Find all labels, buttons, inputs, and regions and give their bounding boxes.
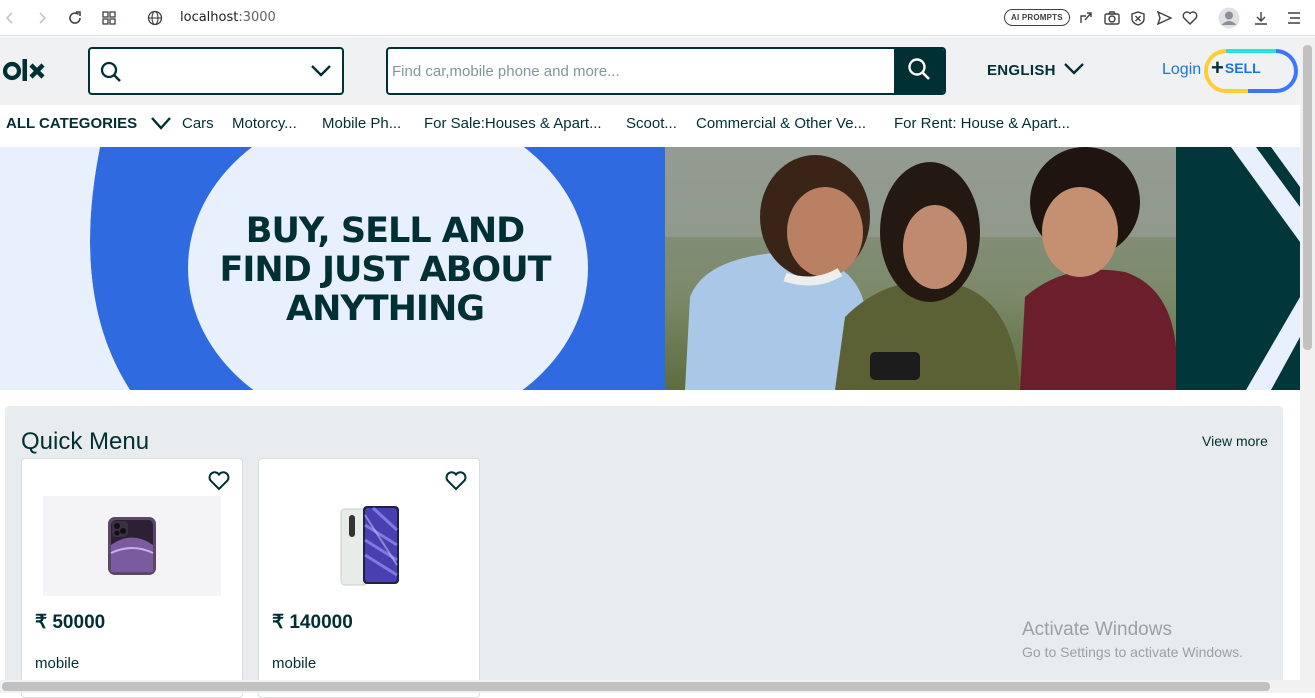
search-icon <box>907 57 931 86</box>
reload-icon[interactable] <box>65 8 85 28</box>
site-info-icon[interactable] <box>145 8 165 28</box>
hero-line-3: ANYTHING <box>286 289 485 329</box>
location-search-icon <box>100 61 122 88</box>
vertical-scrollbar[interactable] <box>1300 37 1315 693</box>
ai-prompts-button[interactable]: AI PROMPTS <box>1004 9 1070 26</box>
horizontal-scroll-thumb[interactable] <box>2 682 1270 691</box>
hero-line-2: FIND JUST ABOUT <box>219 250 552 290</box>
sell-label: SELL <box>1224 60 1261 76</box>
download-icon[interactable] <box>1251 8 1271 28</box>
windows-activation-watermark: Activate Windows Go to Settings to activ… <box>1022 619 1243 660</box>
category-houses-rent[interactable]: For Rent: House & Apart... <box>894 115 1070 132</box>
hero-banner[interactable]: BUY, SELL AND FIND JUST ABOUT ANYTHING <box>0 147 1300 390</box>
profile-icon[interactable] <box>1218 7 1240 29</box>
chevron-down-icon[interactable] <box>310 64 332 83</box>
apps-icon[interactable] <box>99 8 119 28</box>
hero-people-photo <box>665 147 1176 390</box>
shield-icon[interactable] <box>1128 8 1148 28</box>
product-title: mobile <box>35 655 80 672</box>
category-commercial-vehicles[interactable]: Commercial & Other Ve... <box>696 115 866 132</box>
product-card[interactable]: ₹ 140000 mobile <box>258 458 480 698</box>
login-link[interactable]: Login <box>1162 61 1201 79</box>
quick-menu-title: Quick Menu <box>21 428 150 455</box>
language-select[interactable]: ENGLISH <box>987 62 1084 79</box>
url-host: localhost <box>180 10 239 25</box>
search-button[interactable] <box>894 49 944 93</box>
product-price: ₹ 50000 <box>35 612 106 633</box>
category-houses-sale[interactable]: For Sale:Houses & Apart... <box>424 115 602 132</box>
heart-icon[interactable] <box>208 471 230 496</box>
heart-icon[interactable] <box>445 471 467 496</box>
back-icon[interactable] <box>0 8 20 28</box>
horizontal-scrollbar[interactable] <box>0 680 1300 693</box>
url-port: :3000 <box>238 10 276 25</box>
product-price: ₹ 140000 <box>272 612 353 633</box>
location-select[interactable] <box>88 47 344 95</box>
camera-icon[interactable] <box>1102 8 1122 28</box>
hero-headline: BUY, SELL AND FIND JUST ABOUT ANYTHING <box>190 212 580 329</box>
android-phone-image <box>280 496 458 596</box>
menu-icon[interactable] <box>1284 8 1304 28</box>
sell-button[interactable]: + SELL <box>1203 48 1299 94</box>
hero-line-1: BUY, SELL AND <box>245 211 525 251</box>
watermark-line-2: Go to Settings to activate Windows. <box>1022 644 1243 660</box>
product-card[interactable]: ₹ 50000 mobile <box>21 458 243 698</box>
category-motorcycles[interactable]: Motorcy... <box>232 115 297 132</box>
watermark-line-1: Activate Windows <box>1022 619 1172 640</box>
address-bar[interactable]: localhost:3000 <box>180 10 276 25</box>
language-label: ENGLISH <box>987 62 1056 79</box>
browser-toolbar: localhost:3000 AI PROMPTS <box>0 0 1315 36</box>
share-icon[interactable] <box>1076 8 1096 28</box>
hero-right-panel <box>1176 147 1300 390</box>
category-mobile-phones[interactable]: Mobile Ph... <box>322 115 401 132</box>
search-input[interactable] <box>388 49 896 93</box>
olx-logo[interactable] <box>2 58 47 89</box>
category-cars[interactable]: Cars <box>182 115 214 132</box>
view-more-link[interactable]: View more <box>1202 433 1268 449</box>
heart-icon[interactable] <box>1180 8 1200 28</box>
search-bar <box>386 47 946 95</box>
product-title: mobile <box>272 655 317 672</box>
all-categories-label[interactable]: ALL CATEGORIES <box>6 115 137 132</box>
hero-left-panel: BUY, SELL AND FIND JUST ABOUT ANYTHING <box>0 147 665 390</box>
chevron-down-icon[interactable] <box>150 113 172 138</box>
send-icon[interactable] <box>1154 8 1174 28</box>
forward-icon[interactable] <box>32 8 52 28</box>
iphone-image <box>43 496 221 596</box>
vertical-scroll-thumb[interactable] <box>1303 45 1312 350</box>
site-header: ENGLISH Login +SELL <box>0 37 1300 105</box>
category-scooters[interactable]: Scoot... <box>626 115 677 132</box>
plus-icon: + <box>1211 55 1224 80</box>
chevron-down-icon <box>1063 62 1084 79</box>
